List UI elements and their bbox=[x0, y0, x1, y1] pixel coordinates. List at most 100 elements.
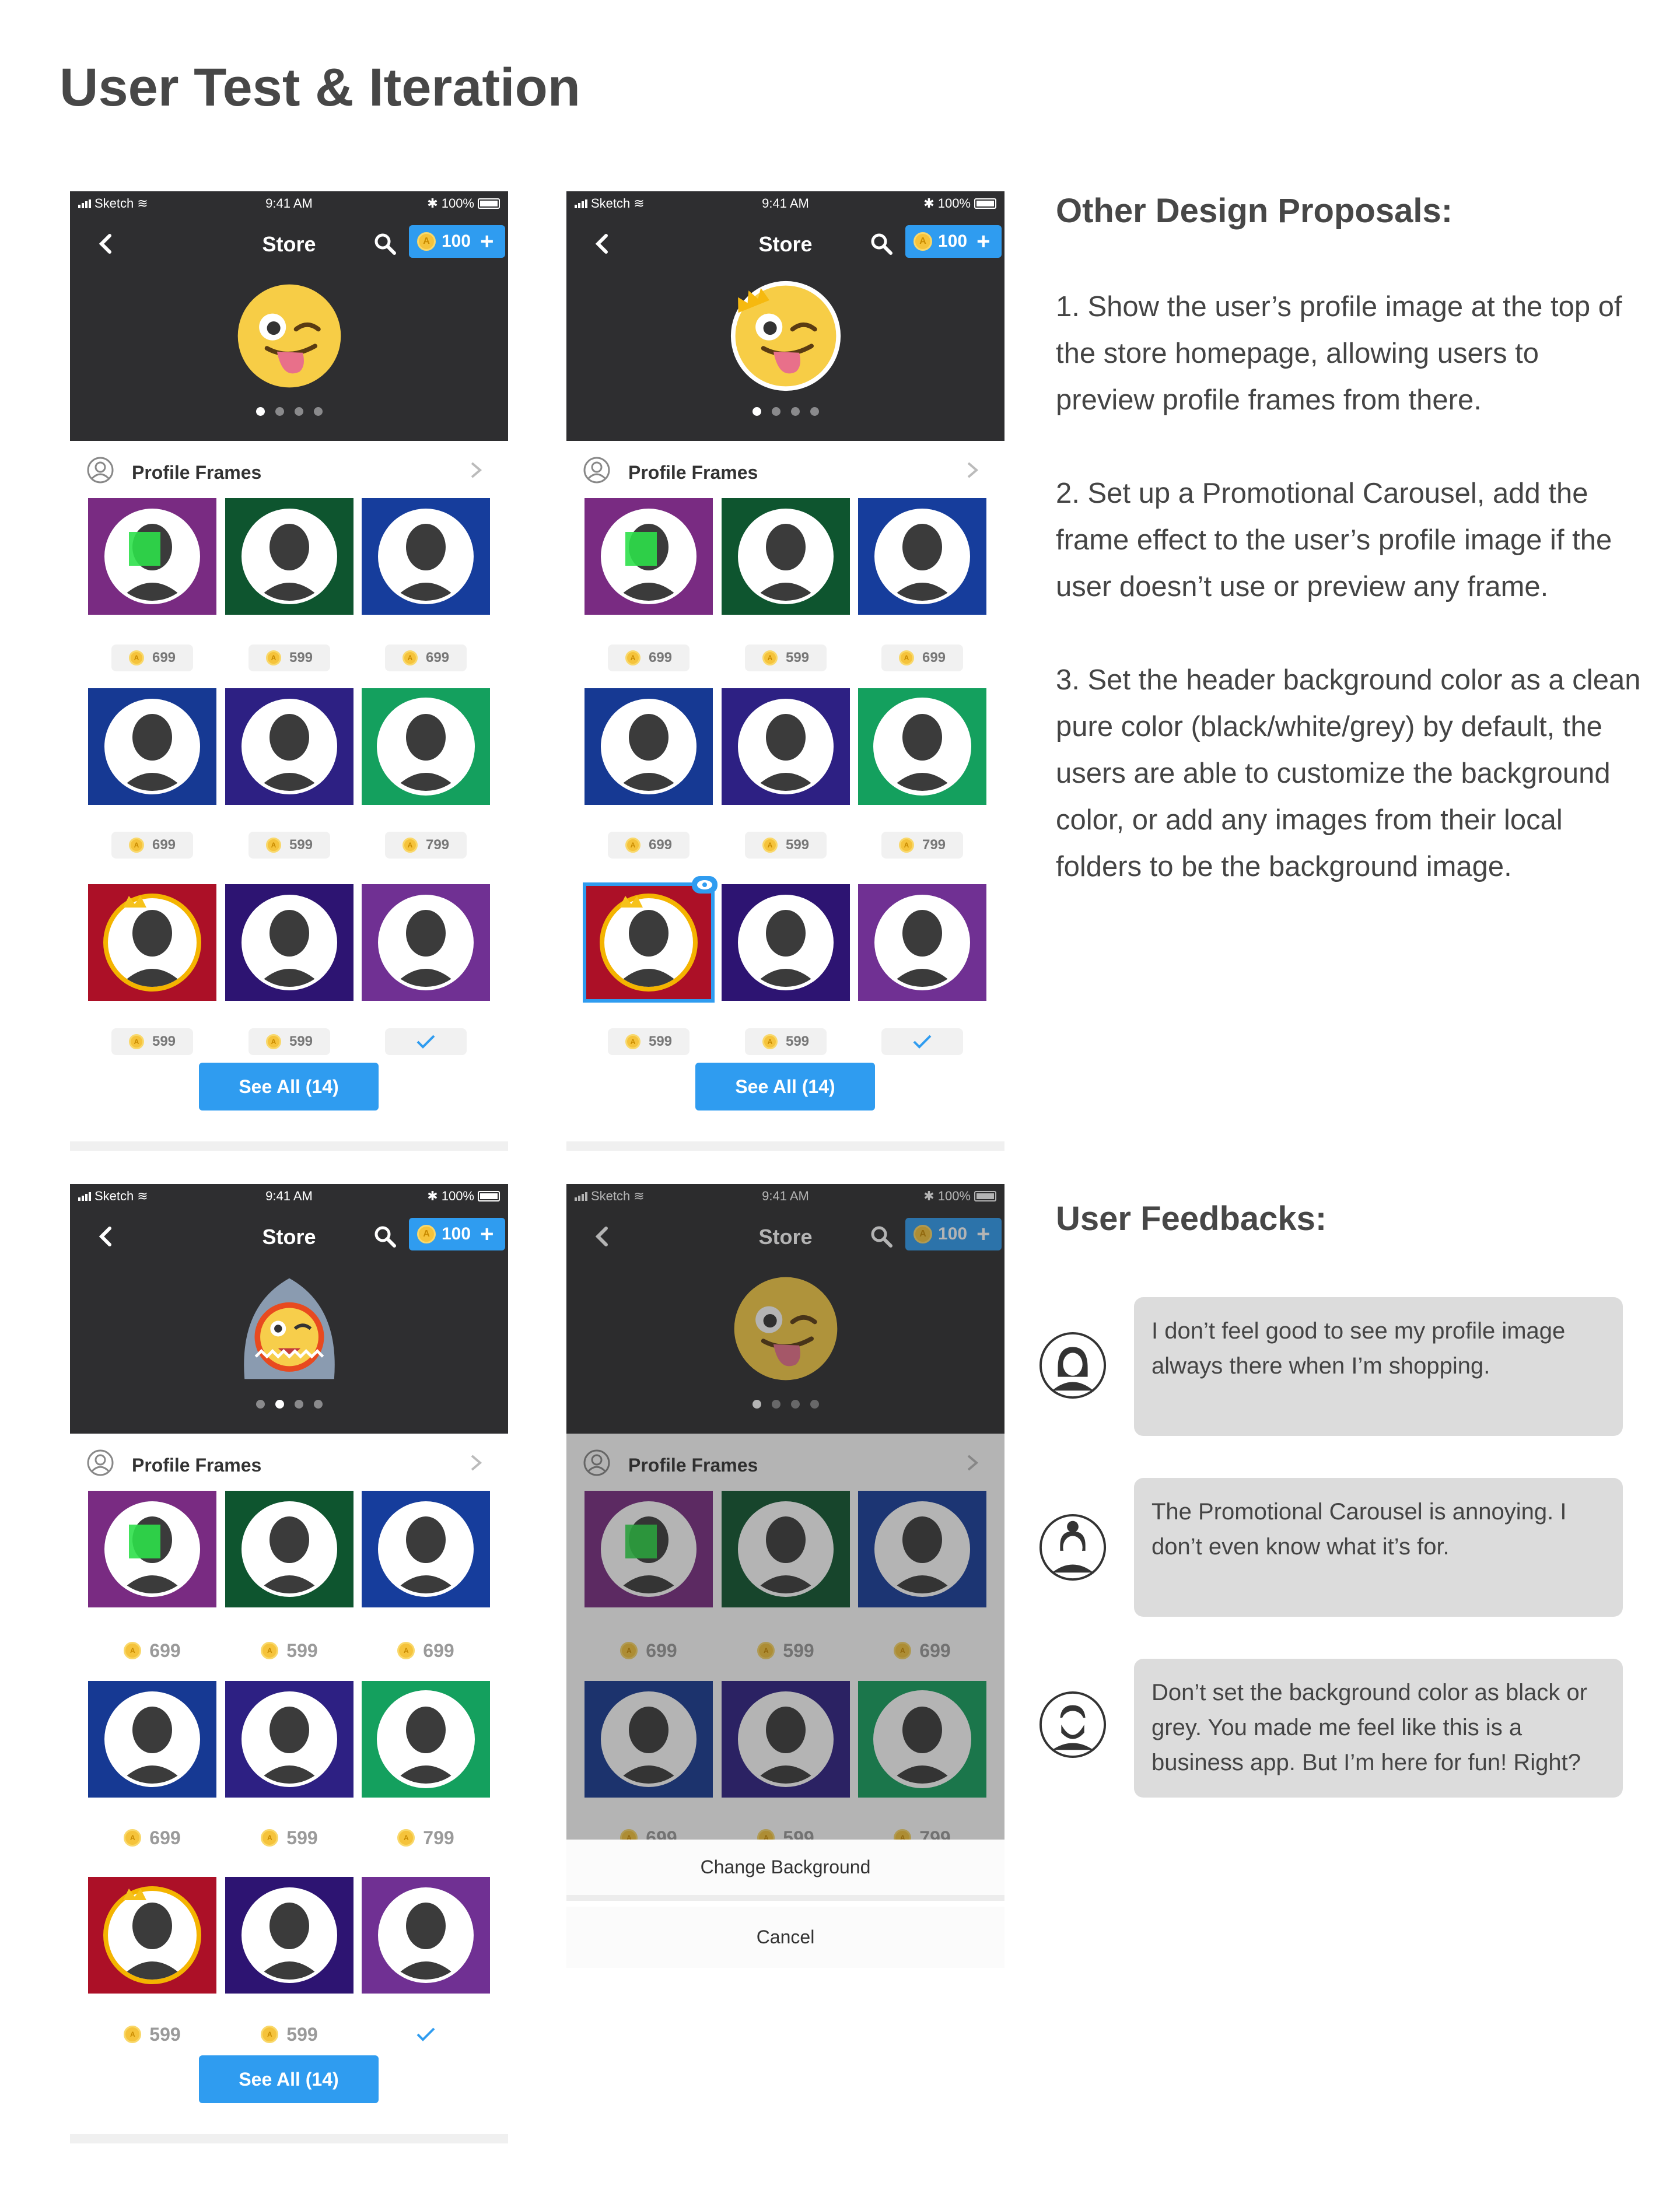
store-header: Sketch ≋ 9:41 AM ✱ 100% Store A 100 + bbox=[566, 191, 1005, 441]
price-tag[interactable]: A 599 bbox=[608, 1028, 690, 1055]
price-tag[interactable]: A 599 bbox=[745, 1028, 827, 1055]
price-value: 699 bbox=[648, 837, 673, 853]
price-tag[interactable]: A 599 bbox=[249, 1028, 330, 1055]
profile-avatar bbox=[233, 1273, 345, 1385]
frame-tile[interactable] bbox=[362, 1681, 490, 1798]
carousel-dot[interactable] bbox=[313, 407, 323, 416]
frame-tile[interactable] bbox=[225, 1491, 354, 1607]
price-tag[interactable]: A 599 bbox=[249, 1637, 330, 1664]
price-tag[interactable]: A 799 bbox=[385, 1824, 467, 1851]
price-tag[interactable]: A 599 bbox=[745, 644, 827, 671]
carousel-dot[interactable] bbox=[752, 407, 761, 416]
price-value: 799 bbox=[425, 837, 450, 853]
price-tag[interactable]: A 699 bbox=[111, 1637, 193, 1664]
price-tag[interactable]: A 699 bbox=[608, 832, 690, 859]
price-tag[interactable]: A 699 bbox=[385, 1637, 467, 1664]
frame-tile[interactable] bbox=[362, 1491, 490, 1607]
frame-tile[interactable] bbox=[722, 498, 850, 615]
carousel-dot[interactable] bbox=[256, 407, 265, 416]
price-tag[interactable]: A 699 bbox=[111, 1824, 193, 1851]
preview-eye-icon[interactable] bbox=[692, 876, 718, 894]
search-icon[interactable] bbox=[870, 232, 893, 255]
coin-balance-button[interactable]: A 100 + bbox=[409, 1218, 505, 1250]
price-tag[interactable]: A 599 bbox=[111, 1028, 193, 1055]
frame-tile[interactable] bbox=[88, 1491, 216, 1607]
profile-icon bbox=[583, 457, 610, 484]
frame-tile[interactable] bbox=[362, 884, 490, 1001]
frame-tile[interactable] bbox=[225, 1681, 354, 1798]
frame-tile[interactable] bbox=[858, 884, 986, 1001]
frame-tile[interactable] bbox=[362, 688, 490, 805]
frame-tile[interactable] bbox=[88, 498, 216, 615]
coin-icon: A bbox=[124, 1642, 142, 1659]
frame-tile[interactable] bbox=[858, 498, 986, 615]
frame-tile[interactable] bbox=[584, 498, 713, 615]
see-all-button[interactable]: See All (14) bbox=[695, 1063, 875, 1110]
frame-tile[interactable] bbox=[225, 688, 354, 805]
frame-tile[interactable] bbox=[225, 498, 354, 615]
price-tag[interactable]: A 599 bbox=[249, 1824, 330, 1851]
chevron-right-icon[interactable] bbox=[467, 1452, 485, 1473]
frame-tile[interactable] bbox=[362, 498, 490, 615]
price-tag[interactable]: A 699 bbox=[881, 644, 963, 671]
carousel-dot[interactable] bbox=[771, 407, 780, 416]
see-all-button[interactable]: See All (14) bbox=[199, 1063, 379, 1110]
profile-frames-row[interactable]: Profile Frames bbox=[70, 441, 508, 499]
price-tag[interactable]: A 699 bbox=[608, 644, 690, 671]
carousel-dot[interactable] bbox=[275, 407, 284, 416]
search-icon[interactable] bbox=[373, 1225, 397, 1248]
frame-tile[interactable] bbox=[722, 884, 850, 1001]
frame-tile[interactable] bbox=[584, 688, 713, 805]
frame-tile[interactable] bbox=[88, 1681, 216, 1798]
price-value: 699 bbox=[149, 1827, 181, 1848]
frame-tile[interactable] bbox=[583, 882, 715, 1003]
carousel-dot[interactable] bbox=[810, 407, 819, 416]
frame-tile[interactable] bbox=[225, 884, 354, 1001]
carousel-dot[interactable] bbox=[275, 1400, 284, 1409]
coin-balance: 100 bbox=[442, 1224, 471, 1243]
price-tag[interactable]: A 699 bbox=[111, 644, 193, 671]
frame-tile[interactable] bbox=[362, 1877, 490, 1994]
chevron-right-icon[interactable] bbox=[964, 460, 981, 481]
price-tag[interactable]: A 599 bbox=[111, 2021, 193, 2048]
battery-label: 100% bbox=[937, 196, 971, 211]
price-tag[interactable]: A 699 bbox=[385, 644, 467, 671]
frame-tile[interactable] bbox=[88, 884, 216, 1001]
phone-mockup: Sketch ≋ 9:41 AM ✱ 100% Store A 100 + Pr… bbox=[566, 191, 1005, 1151]
price-value: 699 bbox=[425, 650, 450, 665]
bluetooth-icon: ✱ bbox=[427, 196, 438, 211]
chevron-right-icon[interactable] bbox=[467, 460, 485, 481]
nav-bar: Store A 100 + bbox=[566, 217, 1005, 271]
frame-tile[interactable] bbox=[722, 688, 850, 805]
price-value: 699 bbox=[152, 650, 176, 665]
frame-tile[interactable] bbox=[88, 1877, 216, 1994]
section-label: Profile Frames bbox=[132, 462, 262, 483]
frame-tile[interactable] bbox=[225, 1877, 354, 1994]
frame-tile[interactable] bbox=[88, 688, 216, 805]
frame-tile[interactable] bbox=[858, 688, 986, 805]
cancel-option[interactable]: Cancel bbox=[566, 1907, 1005, 1968]
check-icon bbox=[913, 1035, 932, 1049]
change-background-option[interactable]: Change Background bbox=[566, 1840, 1005, 1901]
price-tag[interactable]: A 599 bbox=[745, 832, 827, 859]
carousel-dot[interactable] bbox=[294, 1400, 303, 1409]
coin-icon: A bbox=[128, 650, 144, 665]
coin-balance: 100 bbox=[442, 232, 471, 251]
price-tag[interactable]: A 599 bbox=[249, 644, 330, 671]
search-icon[interactable] bbox=[373, 232, 397, 255]
price-tag[interactable]: A 599 bbox=[249, 2021, 330, 2048]
profile-frames-row[interactable]: Profile Frames bbox=[70, 1434, 508, 1492]
coin-balance-button[interactable]: A 100 + bbox=[905, 225, 1002, 258]
carousel-dot[interactable] bbox=[294, 407, 303, 416]
carousel-dot[interactable] bbox=[256, 1400, 265, 1409]
carousel-dot[interactable] bbox=[790, 407, 800, 416]
profile-frames-row[interactable]: Profile Frames bbox=[566, 441, 1005, 499]
price-tag[interactable]: A 799 bbox=[881, 832, 963, 859]
coin-balance-button[interactable]: A 100 + bbox=[409, 225, 505, 258]
price-tag[interactable]: A 599 bbox=[249, 832, 330, 859]
divider bbox=[70, 1141, 508, 1151]
price-tag[interactable]: A 699 bbox=[111, 832, 193, 859]
see-all-button[interactable]: See All (14) bbox=[199, 2055, 379, 2103]
price-tag[interactable]: A 799 bbox=[385, 832, 467, 859]
carousel-dot[interactable] bbox=[313, 1400, 323, 1409]
